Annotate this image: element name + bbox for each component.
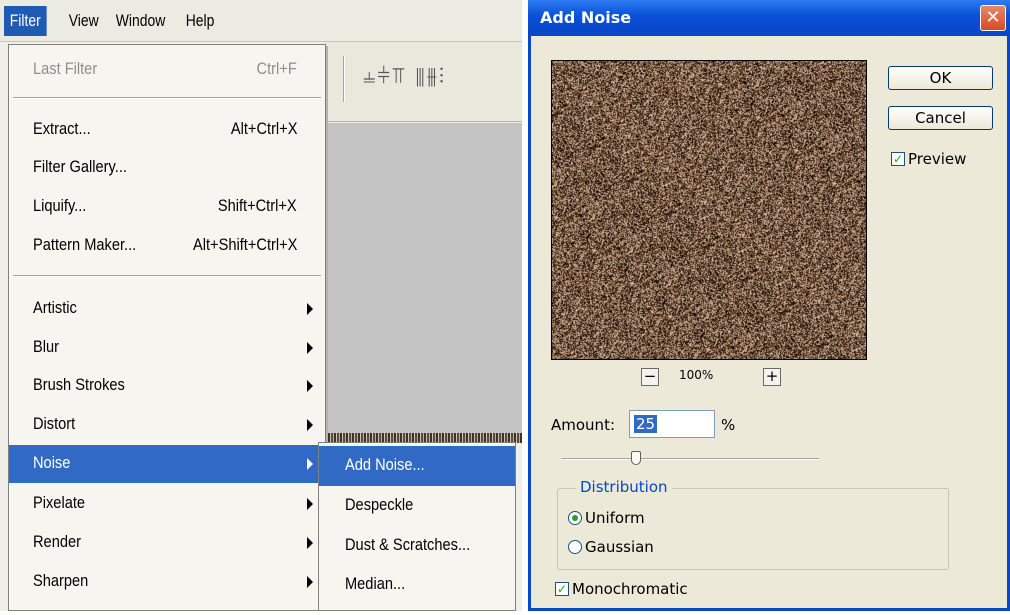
submenu-arrow-icon [307,380,313,392]
menu-item-label: Filter Gallery... [33,157,127,176]
menu-item-label: Extract... [33,119,91,138]
submenu-arrow-icon [307,498,313,510]
menu-item-label: Pattern Maker... [33,235,137,254]
menu-item-label: Render [33,532,81,551]
submenu-arrow-icon [307,576,313,588]
align-distribute-icons[interactable]: ⫨⫩⫪ ⫴⫵⫶ [363,64,446,89]
noise-preview-image [552,61,866,359]
submenu-arrow-icon [307,537,313,549]
cancel-button[interactable]: Cancel [888,106,993,130]
preview-checkbox[interactable]: ✓ [891,152,905,166]
zoom-in-button[interactable]: + [763,368,781,386]
menu-item-shortcut: Shift+Ctrl+X [218,196,297,215]
zoom-out-button[interactable]: − [641,368,659,386]
zoom-in-icon: + [765,367,779,385]
dialog-titlebar[interactable]: Add Noise ✕ [528,0,1010,36]
options-toolbar: ⫨⫩⫪ ⫴⫵⫶ [325,42,522,122]
amount-input[interactable]: 25 [629,410,715,438]
submenu-item-median[interactable]: Median... [319,565,515,605]
amount-value: 25 [634,415,658,433]
uniform-label: Uniform [585,509,645,527]
menu-item-last-filter: Last Filter Ctrl+F [9,51,325,89]
menu-item-blur[interactable]: Blur [9,329,325,367]
submenu-arrow-icon [307,342,313,354]
amount-slider-track[interactable] [561,458,819,460]
menu-separator [13,275,321,277]
zoom-out-icon: − [643,367,657,385]
menubar-window[interactable]: Window [110,6,171,36]
photoshop-window: Filter View Window Help ⫨⫩⫪ ⫴⫵⫶ Last Fil… [0,0,522,611]
preview-label: Preview [908,150,967,168]
menubar-filter[interactable]: Filter [4,6,47,36]
close-button[interactable]: ✕ [980,5,1006,31]
toolbar-separator [343,56,345,102]
menu-item-label: Last Filter [33,59,98,78]
menu-item-brush-strokes[interactable]: Brush Strokes [9,367,325,405]
zoom-level: 100% [679,368,714,382]
ok-button[interactable]: OK [888,66,993,90]
menu-bar: Filter View Window Help [0,0,522,42]
menu-item-filter-gallery[interactable]: Filter Gallery... [9,149,325,187]
menu-item-label: Distort [33,414,76,433]
close-icon: ✕ [985,7,1001,28]
menu-item-label: Blur [33,337,60,356]
noise-submenu: Add Noise... Despeckle Dust & Scratches.… [318,442,516,611]
canvas-area [325,123,522,433]
menu-item-liquify[interactable]: Liquify... Shift+Ctrl+X [9,188,325,226]
submenu-arrow-icon [307,419,313,431]
menu-item-label: Pixelate [33,493,86,512]
menu-item-distort[interactable]: Distort [9,406,325,444]
menu-item-shortcut: Ctrl+F [256,59,297,78]
dialog-title: Add Noise [540,8,632,27]
monochromatic-checkbox[interactable]: ✓ [555,582,569,596]
menu-item-extract[interactable]: Extract... Alt+Ctrl+X [9,111,325,149]
amount-slider-thumb[interactable] [631,451,641,465]
distribution-legend: Distribution [576,478,672,496]
menu-item-pixelate[interactable]: Pixelate [9,485,325,523]
submenu-arrow-icon [307,303,313,315]
menu-item-shortcut: Alt+Ctrl+X [230,119,297,138]
submenu-item-despeckle[interactable]: Despeckle [319,486,515,526]
amount-unit: % [721,416,736,434]
gaussian-label: Gaussian [585,538,654,556]
check-icon: ✓ [892,152,904,166]
menu-item-label: Sharpen [33,571,89,590]
menu-item-artistic[interactable]: Artistic [9,290,325,328]
menubar-view[interactable]: View [63,6,104,36]
submenu-item-label: Despeckle [345,495,414,514]
submenu-item-dust-scratches[interactable]: Dust & Scratches... [319,526,515,566]
menu-item-render[interactable]: Render [9,524,325,562]
menu-item-label: Liquify... [33,196,87,215]
submenu-item-add-noise[interactable]: Add Noise... [319,446,515,486]
menu-item-label: Artistic [33,298,77,317]
distribution-group: Distribution Uniform Gaussian [557,478,949,570]
uniform-radio[interactable] [568,511,582,525]
menu-item-sharpen[interactable]: Sharpen [9,563,325,601]
gaussian-radio[interactable] [568,540,582,554]
menubar-help[interactable]: Help [180,6,220,36]
menu-item-label: Noise [33,453,71,472]
monochromatic-label: Monochromatic [572,580,688,598]
add-noise-dialog: Add Noise ✕ − 100% + OK Cancel ✓ Preview… [528,0,1010,611]
check-icon: ✓ [556,582,568,596]
submenu-item-label: Dust & Scratches... [345,535,471,554]
amount-label: Amount: [551,416,615,434]
noise-preview[interactable] [551,60,867,360]
submenu-item-label: Median... [345,574,406,593]
filter-menu: Last Filter Ctrl+F Extract... Alt+Ctrl+X… [8,44,326,611]
submenu-item-label: Add Noise... [345,455,425,474]
menu-item-shortcut: Alt+Shift+Ctrl+X [192,235,297,254]
submenu-arrow-icon [307,458,313,470]
menu-item-pattern-maker[interactable]: Pattern Maker... Alt+Shift+Ctrl+X [9,227,325,265]
menu-item-label: Brush Strokes [33,375,125,394]
menu-item-noise[interactable]: Noise [9,445,325,483]
menu-separator [13,97,321,99]
